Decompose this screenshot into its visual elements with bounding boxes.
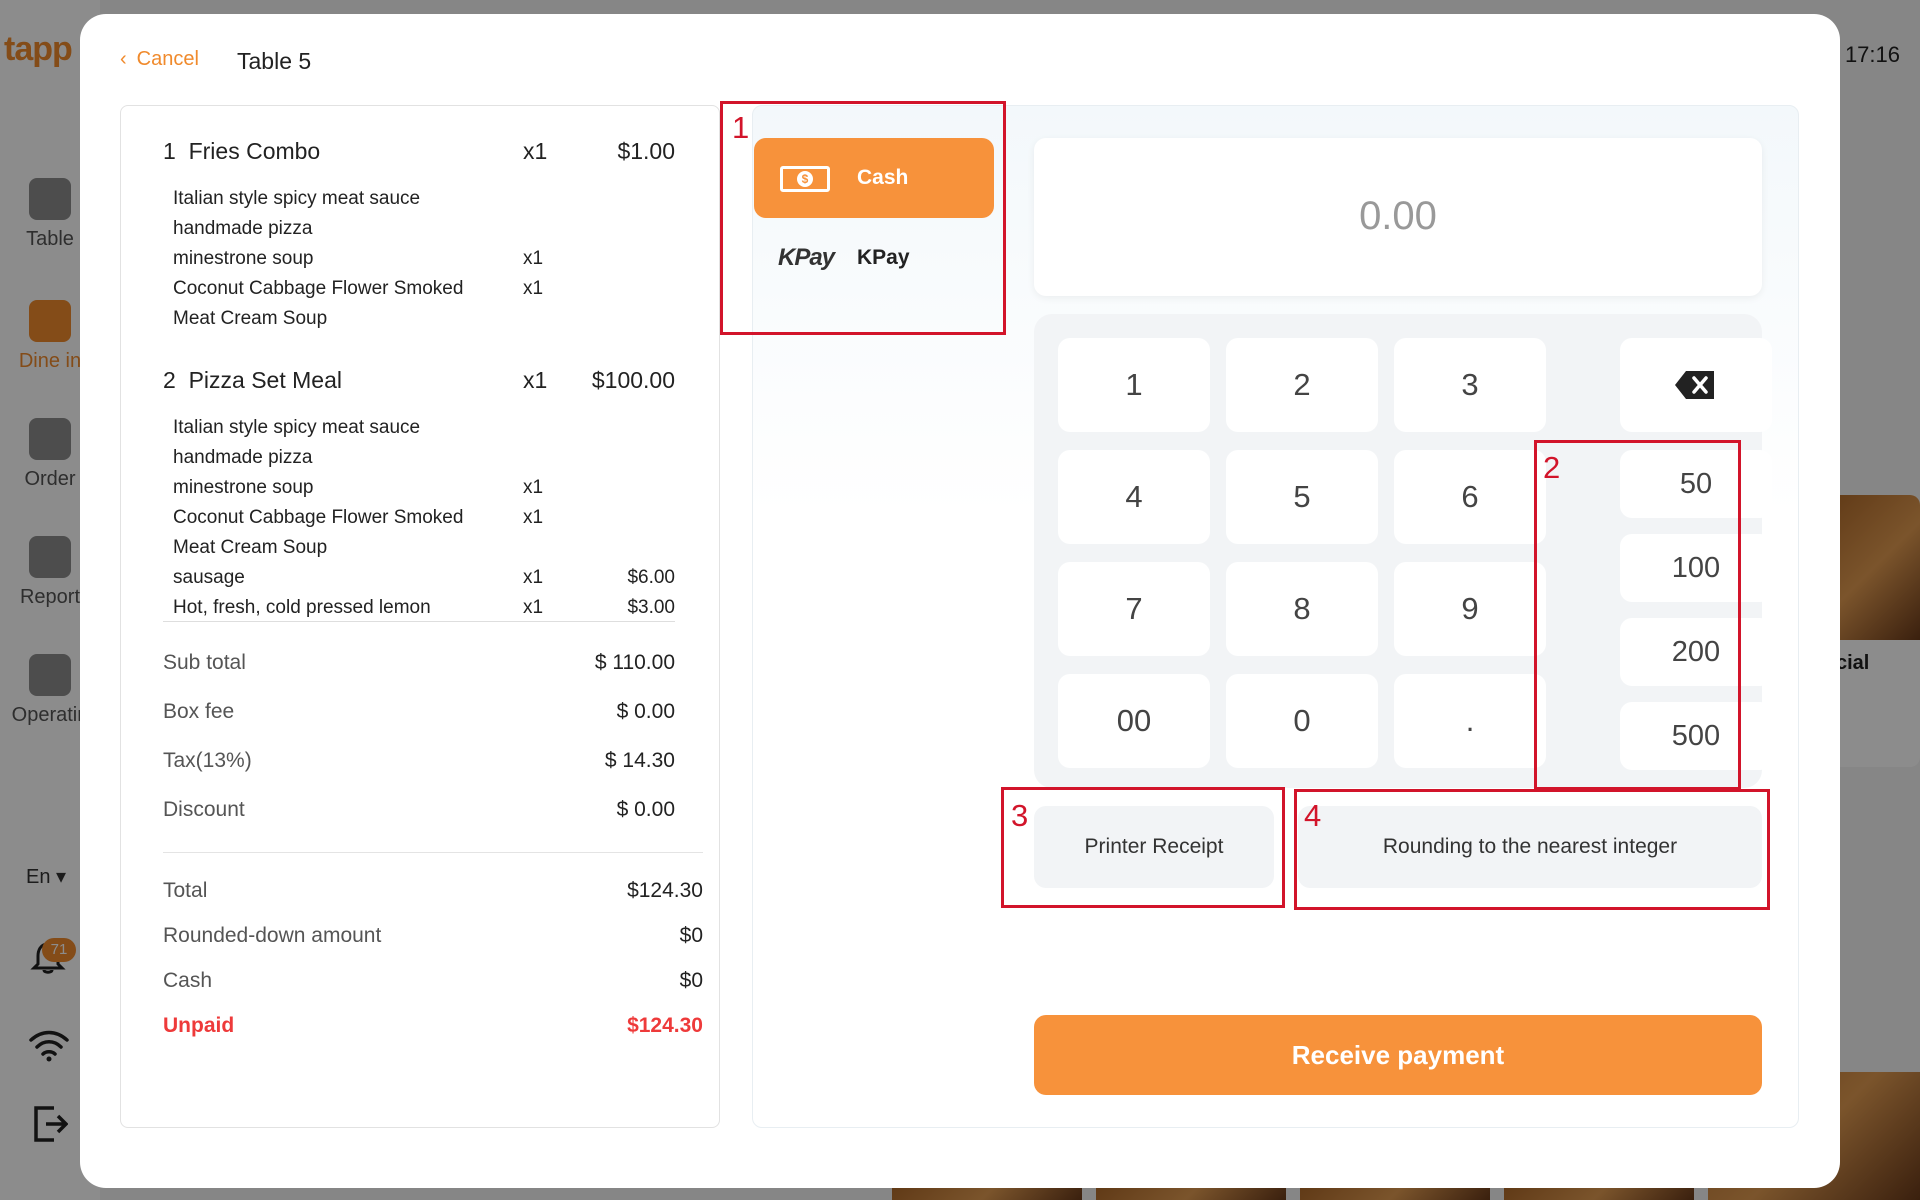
key-00[interactable]: 00 <box>1058 674 1210 768</box>
annotation-label-1: 1 <box>732 110 750 145</box>
key-4[interactable]: 4 <box>1058 450 1210 544</box>
key-7[interactable]: 7 <box>1058 562 1210 656</box>
item-qty: x1 <box>523 138 548 164</box>
item-name: 1 Fries Combo <box>163 138 321 164</box>
receive-payment-button[interactable]: Receive payment <box>1034 1015 1762 1095</box>
annotation-box-1 <box>720 101 1006 335</box>
annotation-label-2: 2 <box>1543 450 1561 485</box>
annotation-box-2 <box>1534 440 1741 790</box>
item-qty: x1 <box>523 367 548 393</box>
summary-divider <box>163 852 703 853</box>
key-6[interactable]: 6 <box>1394 450 1546 544</box>
key-9[interactable]: 9 <box>1394 562 1546 656</box>
annotation-label-4: 4 <box>1304 798 1322 833</box>
item-price: $1.00 <box>617 138 675 164</box>
backspace-button[interactable] <box>1620 338 1772 432</box>
item-price: $100.00 <box>591 367 675 393</box>
annotation-label-3: 3 <box>1011 798 1029 833</box>
amount-display[interactable]: 0.00 <box>1034 138 1762 296</box>
cancel-button[interactable]: ‹ Cancel <box>120 48 199 71</box>
key-5[interactable]: 5 <box>1226 450 1378 544</box>
key-1[interactable]: 1 <box>1058 338 1210 432</box>
order-items-list[interactable]: 1 Fries Combo x1 $1.00 Italian style spi… <box>163 106 675 622</box>
key-8[interactable]: 8 <box>1226 562 1378 656</box>
key-3[interactable]: 3 <box>1394 338 1546 432</box>
annotation-box-3 <box>1001 787 1285 908</box>
key-0[interactable]: 0 <box>1226 674 1378 768</box>
item-name: 2 Pizza Set Meal <box>163 367 342 393</box>
key-2[interactable]: 2 <box>1226 338 1378 432</box>
key-decimal[interactable]: . <box>1394 674 1546 768</box>
page-title: Table 5 <box>237 48 312 74</box>
amount-value: 0.00 <box>1359 194 1437 238</box>
chevron-left-icon: ‹ <box>120 48 127 70</box>
order-summary-panel: 1 Fries Combo x1 $1.00 Italian style spi… <box>120 105 720 1128</box>
annotation-box-4 <box>1294 789 1770 910</box>
backspace-icon <box>1675 371 1714 399</box>
